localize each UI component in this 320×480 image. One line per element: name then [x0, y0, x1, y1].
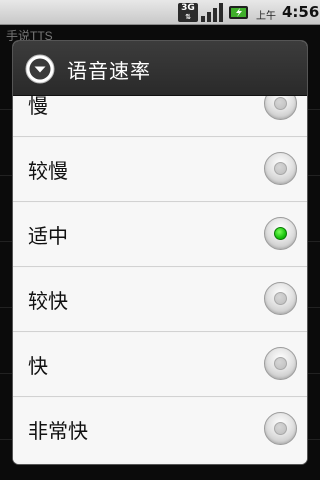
radio-button[interactable] [264, 152, 297, 185]
option-row-very-fast[interactable]: 非常快 [13, 398, 307, 462]
dialog-title: 语音速率 [67, 59, 151, 83]
option-row-slow[interactable]: 慢 [13, 96, 307, 137]
option-label: 较快 [28, 289, 68, 313]
data-arrows-icon: ⇅ [185, 13, 191, 21]
option-label: 适中 [28, 224, 68, 248]
signal-strength-icon [201, 3, 223, 22]
dropdown-circle-icon [25, 54, 55, 84]
option-label: 非常快 [28, 419, 88, 443]
clock: 4:56 [282, 3, 320, 21]
network-type-label: 3G [181, 3, 195, 13]
radio-button[interactable] [264, 96, 297, 120]
option-label: 慢 [28, 96, 48, 118]
radio-button[interactable] [264, 347, 297, 380]
battery-charging-icon [229, 6, 248, 19]
option-row-slower[interactable]: 较慢 [13, 138, 307, 202]
option-label: 快 [28, 354, 48, 378]
option-label: 较慢 [28, 159, 68, 183]
screen: 手说TTS 3G ⇅ 上午 4:56 语音速率 慢 较慢 适中 较快 快 非常快 [0, 0, 320, 480]
speech-rate-dialog: 语音速率 慢 较慢 适中 较快 快 非常快 [13, 41, 307, 464]
radio-button-checked[interactable] [264, 217, 297, 250]
rate-option-list: 慢 较慢 适中 较快 快 非常快 [13, 96, 307, 464]
radio-dot [274, 97, 287, 110]
radio-dot [274, 227, 287, 240]
status-bar: 3G ⇅ 上午 4:56 [0, 0, 320, 25]
radio-dot [274, 357, 287, 370]
option-row-fast[interactable]: 快 [13, 333, 307, 397]
radio-button[interactable] [264, 412, 297, 445]
network-3g-icon: 3G ⇅ [178, 3, 198, 22]
option-row-medium[interactable]: 适中 [13, 203, 307, 267]
dialog-header: 语音速率 [13, 41, 307, 96]
time-period: 上午 [256, 11, 276, 22]
radio-button[interactable] [264, 282, 297, 315]
radio-dot [274, 292, 287, 305]
radio-dot [274, 422, 287, 435]
radio-dot [274, 162, 287, 175]
option-row-faster[interactable]: 较快 [13, 268, 307, 332]
